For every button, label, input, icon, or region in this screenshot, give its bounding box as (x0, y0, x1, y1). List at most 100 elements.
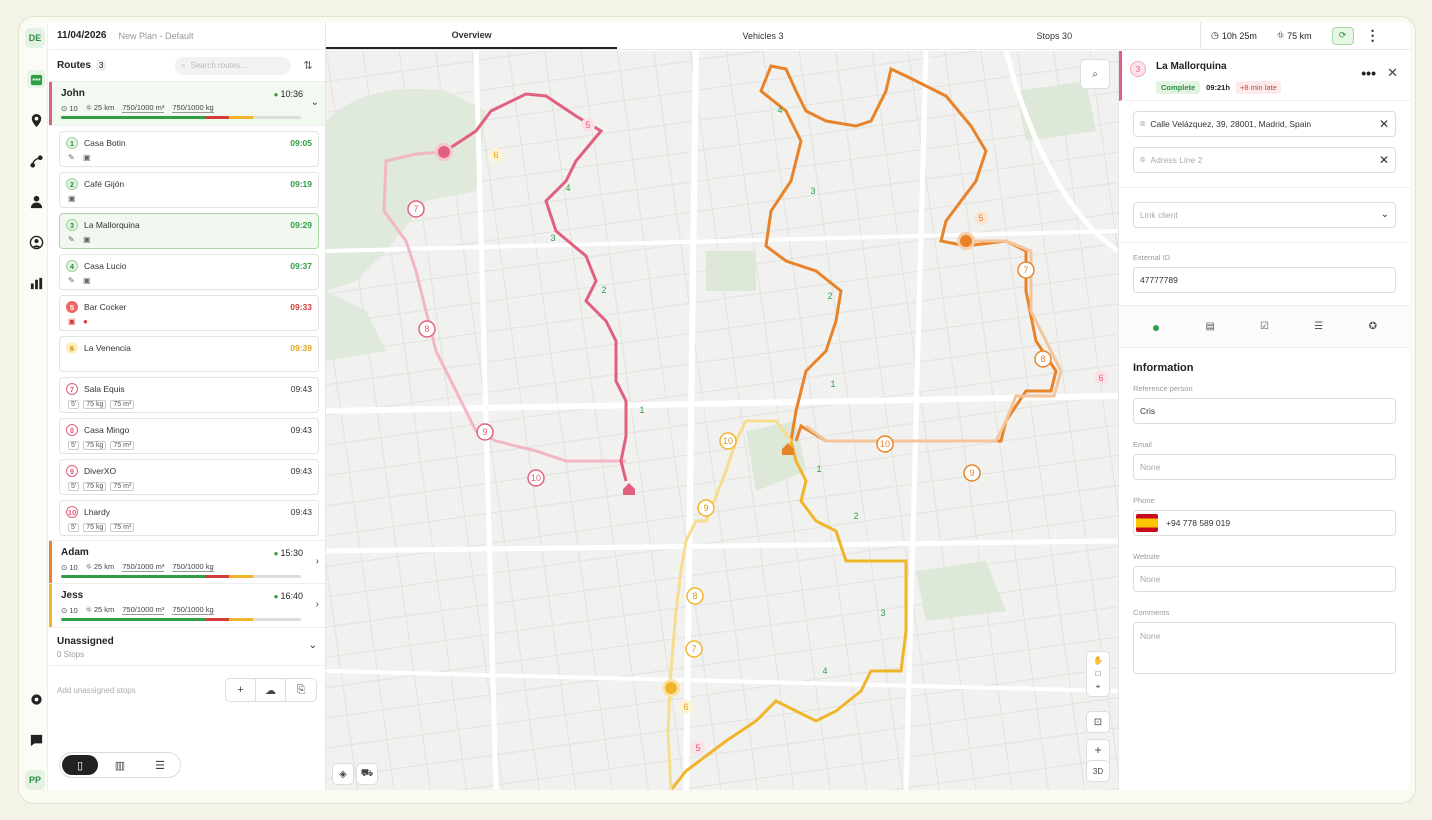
email-input[interactable]: None (1133, 454, 1396, 480)
svg-text:4: 4 (565, 183, 570, 193)
chevron-down-icon[interactable]: ⌄ (309, 640, 317, 651)
status-badge: Complete (1156, 81, 1201, 94)
truck-icon[interactable]: ⛟ (356, 763, 378, 785)
email-label: Email (1133, 440, 1152, 449)
external-id-input[interactable]: 47777789 (1133, 267, 1396, 293)
stop-item[interactable]: 1 Casa Botin 09:05 ✎ ▣ (59, 131, 319, 167)
link-client-select[interactable]: Link client ⌄ (1133, 202, 1396, 228)
tab-overview[interactable]: Overview (326, 22, 618, 49)
map-search-button[interactable]: ⌕ (1080, 59, 1110, 89)
columns-icon[interactable]: ▥ (102, 755, 138, 775)
svg-text:6: 6 (493, 150, 498, 160)
spain-flag-icon[interactable] (1136, 514, 1158, 532)
comments-label: Comments (1133, 608, 1170, 617)
signature-icon: ✎ (68, 276, 75, 285)
hand-icon[interactable]: ✋ (1093, 656, 1103, 665)
svg-text:8: 8 (1040, 354, 1045, 364)
late-badge: +8 min late (1235, 81, 1281, 94)
svg-text:9: 9 (482, 427, 487, 437)
stop-item[interactable]: 5 Bar Cocker 09:33 ▣ ● (59, 295, 319, 331)
contact-icon[interactable]: ● (1147, 318, 1165, 336)
comments-textarea[interactable]: None (1133, 622, 1396, 674)
svg-text:4: 4 (822, 666, 827, 676)
refresh-button[interactable]: ⟳ (1331, 26, 1354, 45)
sort-icon[interactable]: ⇅ (299, 59, 317, 72)
plus-icon[interactable]: + (226, 679, 256, 701)
file-import-icon[interactable]: ⎘ (286, 679, 316, 701)
more-vertical-icon[interactable]: ⋮ (1366, 27, 1380, 44)
tab-vehicles[interactable]: Vehicles 3 (617, 22, 908, 49)
phone-input[interactable]: +94 778 589 019 (1133, 510, 1396, 536)
3d-toggle-button[interactable]: 3D (1086, 760, 1110, 782)
plan-date[interactable]: 11/04/2026 (57, 30, 107, 41)
route-search[interactable]: ⌕ Search routes... (175, 56, 291, 75)
stop-item[interactable]: 10 Lhardy 09:43 5' 75 kg 75 m³ (59, 500, 319, 536)
tab-stops[interactable]: Stops 30 (909, 22, 1200, 49)
layers-icon[interactable]: ◈ (332, 763, 354, 785)
user-avatar[interactable]: PP (25, 770, 45, 790)
calendar-icon[interactable] (27, 70, 45, 88)
photo-missing-icon: ▣ (68, 317, 76, 326)
svg-text:6: 6 (683, 702, 688, 712)
clock-icon: ◷ (1211, 30, 1219, 40)
arrival-time: 09:21h (1206, 83, 1230, 92)
svg-text:10: 10 (723, 436, 733, 446)
stop-item-selected[interactable]: 3 La Mallorquina 09:29 ✎ ▣ (59, 213, 319, 249)
rows-icon[interactable]: ☰ (142, 755, 178, 775)
cloud-upload-icon[interactable]: ☁ (256, 679, 286, 701)
more-horizontal-icon[interactable]: ••• (1361, 65, 1376, 81)
stop-item[interactable]: 6 La Venencia 09:39 (59, 336, 319, 372)
stop-item[interactable]: 8 Casa Mingo 09:43 5' 75 kg 75 m³ (59, 418, 319, 454)
settings-gear-icon[interactable] (27, 690, 45, 708)
svg-text:2: 2 (853, 511, 858, 521)
stop-item[interactable]: 7 Sala Equis 09:43 5' 75 kg 75 m³ (59, 377, 319, 413)
clear-icon[interactable]: ✕ (1379, 117, 1389, 131)
user-circle-icon[interactable] (27, 233, 45, 251)
app-window: DE PP 11/04/2026 New Plan - Default Rout… (24, 22, 1410, 790)
svg-text:6: 6 (1098, 373, 1103, 383)
analytics-icon[interactable] (27, 274, 45, 292)
unassigned-section[interactable]: Unassigned 0 Stops ⌄ (49, 628, 325, 666)
reference-input[interactable]: Cris (1133, 398, 1396, 424)
plan-name[interactable]: New Plan - Default (119, 31, 194, 41)
website-input[interactable]: None (1133, 566, 1396, 592)
notes-icon[interactable]: ☰ (1310, 318, 1328, 336)
route-color-bar (49, 82, 52, 125)
id-card-icon[interactable]: ▤ (1201, 318, 1219, 336)
chevron-right-icon[interactable]: › (316, 556, 319, 567)
photo-icon: ▣ (68, 194, 76, 203)
address-line-1[interactable]: ⌾ Calle Velázquez, 39, 28001, Madrid, Sp… (1133, 111, 1396, 137)
total-distance: ⛗ 75 km (1276, 30, 1312, 41)
recenter-icon[interactable]: ⊡ (1086, 711, 1110, 733)
chevron-down-icon[interactable]: ⌄ (311, 97, 319, 108)
single-panel-icon[interactable]: ▯ (62, 755, 98, 775)
stop-item[interactable]: 9 DiverXO 09:43 5' 75 kg 75 m³ (59, 459, 319, 495)
chat-icon[interactable] (27, 731, 45, 749)
stop-item[interactable]: 4 Casa Lucio 09:37 ✎ ▣ (59, 254, 319, 290)
zoom-in-icon[interactable]: + (1094, 743, 1101, 757)
address-line-2[interactable]: ⌾ Adress Line 2 ✕ (1133, 147, 1396, 173)
route-icon[interactable] (27, 152, 45, 170)
route-card-john[interactable]: John ● 10:36 ⌄ ⊙ 10 ⛗ 25 km 750/1000 m³ 7… (49, 82, 325, 126)
lasso-icon[interactable]: ⌖ (1096, 682, 1101, 692)
workspace-badge[interactable]: DE (25, 28, 45, 48)
routes-title: Routes (57, 60, 91, 71)
map-svg: 7 8 9 10 7 8 9 10 10 9 8 7 5 6 5 6 6 5 4… (326, 51, 1118, 790)
close-icon[interactable]: ✕ (1387, 65, 1398, 81)
route-metrics: ⊙ 10 ⛗ 25 km 750/1000 m³ 750/1000 kg (61, 562, 214, 572)
badge-star-icon[interactable]: ✪ (1364, 318, 1382, 336)
stop-item[interactable]: 2 Café Gijón 09:19 ▣ (59, 172, 319, 208)
chevron-right-icon[interactable]: › (316, 599, 319, 610)
square-select-icon[interactable]: □ (1096, 669, 1101, 678)
location-pin-icon[interactable] (27, 111, 45, 129)
checklist-icon[interactable]: ☑ (1255, 318, 1273, 336)
map-canvas[interactable]: 7 8 9 10 7 8 9 10 10 9 8 7 5 6 5 6 6 5 4… (326, 51, 1118, 790)
svg-text:10: 10 (531, 473, 541, 483)
driver-icon[interactable] (27, 192, 45, 210)
route-card-jess[interactable]: Jess ● 16:40 › ⊙ 10 ⛗ 25 km 750/1000 m³ 7… (49, 584, 325, 628)
clear-icon[interactable]: ✕ (1379, 153, 1389, 167)
route-card-adam[interactable]: Adam ● 15:30 › ⊙ 10 ⛗ 25 km 750/1000 m³ 7… (49, 540, 325, 584)
search-input[interactable]: Search routes... (190, 61, 246, 70)
route-color-bar (49, 541, 52, 583)
location-pin-icon: ⌾ (1140, 118, 1146, 129)
